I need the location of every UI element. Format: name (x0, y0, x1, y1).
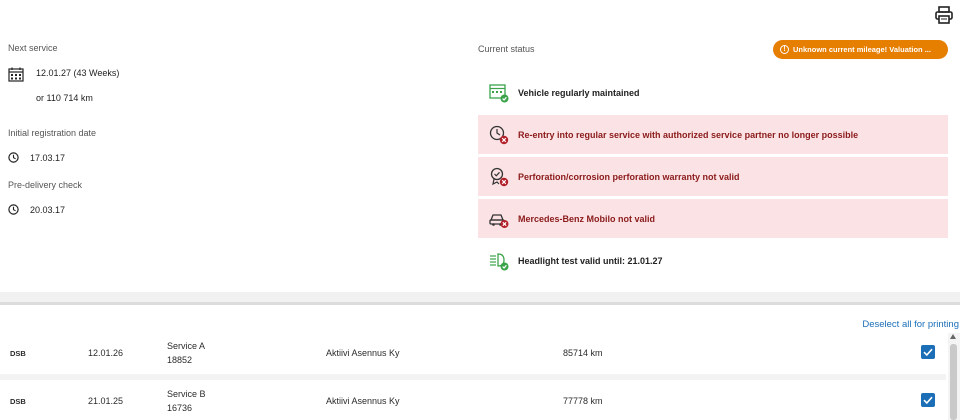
next-service-km: or 110 714 km (36, 93, 93, 103)
current-status-title: Current status (478, 44, 535, 54)
next-service-date: 12.01.27 (43 Weeks) (36, 68, 120, 78)
top-toolbar (0, 0, 960, 30)
warning-icon: ! (780, 45, 789, 54)
service-code: DSB (10, 397, 26, 406)
service-number: 18852 (167, 355, 193, 365)
service-partner: Aktiivi Asennus Ky (326, 348, 400, 358)
service-type: Service A (167, 341, 206, 351)
status-row-maintained: Vehicle regularly maintained (478, 73, 948, 112)
status-label: Vehicle regularly maintained (518, 87, 640, 98)
status-row-headlight-test: Headlight test valid until: 21.01.27 (478, 241, 948, 280)
status-label: Headlight test valid until: 21.01.27 (518, 255, 663, 266)
service-info: Service A 18852 (167, 341, 205, 365)
service-mileage: 85714 km (563, 348, 603, 358)
status-label: Mercedes-Benz Mobilo not valid (518, 213, 656, 224)
mileage-warning-text: Unknown current mileage! Valuation ... (793, 45, 931, 54)
scroll-up-arrow-icon[interactable] (950, 334, 956, 339)
status-label: Re-entry into regular service with autho… (518, 129, 859, 140)
clock-icon (8, 204, 19, 215)
table-row[interactable]: DSB 12.01.26 Service A 18852 Aktiivi Ase… (0, 330, 946, 376)
service-clock-error-icon (489, 125, 509, 144)
clock-icon (8, 152, 19, 163)
service-mileage: 77778 km (563, 396, 603, 406)
service-code: DSB (10, 349, 26, 358)
status-row-corrosion-warranty: Perforation/corrosion perforation warran… (478, 157, 948, 196)
printer-icon[interactable] (934, 5, 954, 25)
service-partner: Aktiivi Asennus Ky (326, 396, 400, 406)
warranty-seal-error-icon (490, 167, 509, 186)
history-scrollbar[interactable] (948, 333, 960, 420)
table-row[interactable]: DSB 21.01.25 Service B 16736 Aktiivi Ase… (0, 380, 946, 420)
pre-delivery-date: 20.03.17 (30, 205, 66, 215)
status-label: Perforation/corrosion perforation warran… (518, 171, 740, 182)
service-number: 16736 (167, 403, 193, 413)
car-error-icon (489, 213, 509, 228)
mileage-warning-button[interactable]: ! Unknown current mileage! Valuation ... (773, 40, 948, 59)
calendar-check-icon (489, 83, 509, 102)
deselect-all-link[interactable]: Deselect all for printing (862, 319, 959, 330)
print-checkbox[interactable] (921, 345, 935, 359)
service-info: Service B 16736 (167, 389, 206, 413)
initial-registration-date: 17.03.17 (30, 153, 66, 163)
headlight-check-icon (490, 252, 509, 270)
scroll-thumb[interactable] (950, 344, 957, 420)
service-date: 12.01.26 (88, 348, 124, 358)
calendar-icon (8, 67, 24, 82)
pre-delivery-label: Pre-delivery check (8, 180, 83, 190)
service-overview-panel: Next service 12.01.27 (43 Weeks) or 110 … (0, 30, 960, 292)
status-row-mobilo: Mercedes-Benz Mobilo not valid (478, 199, 948, 238)
status-row-reentry: Re-entry into regular service with autho… (478, 115, 948, 154)
service-date: 21.01.25 (88, 396, 124, 406)
initial-registration-label: Initial registration date (8, 128, 97, 138)
next-service-label: Next service (8, 43, 58, 53)
print-checkbox[interactable] (921, 393, 935, 407)
service-type: Service B (167, 389, 206, 399)
